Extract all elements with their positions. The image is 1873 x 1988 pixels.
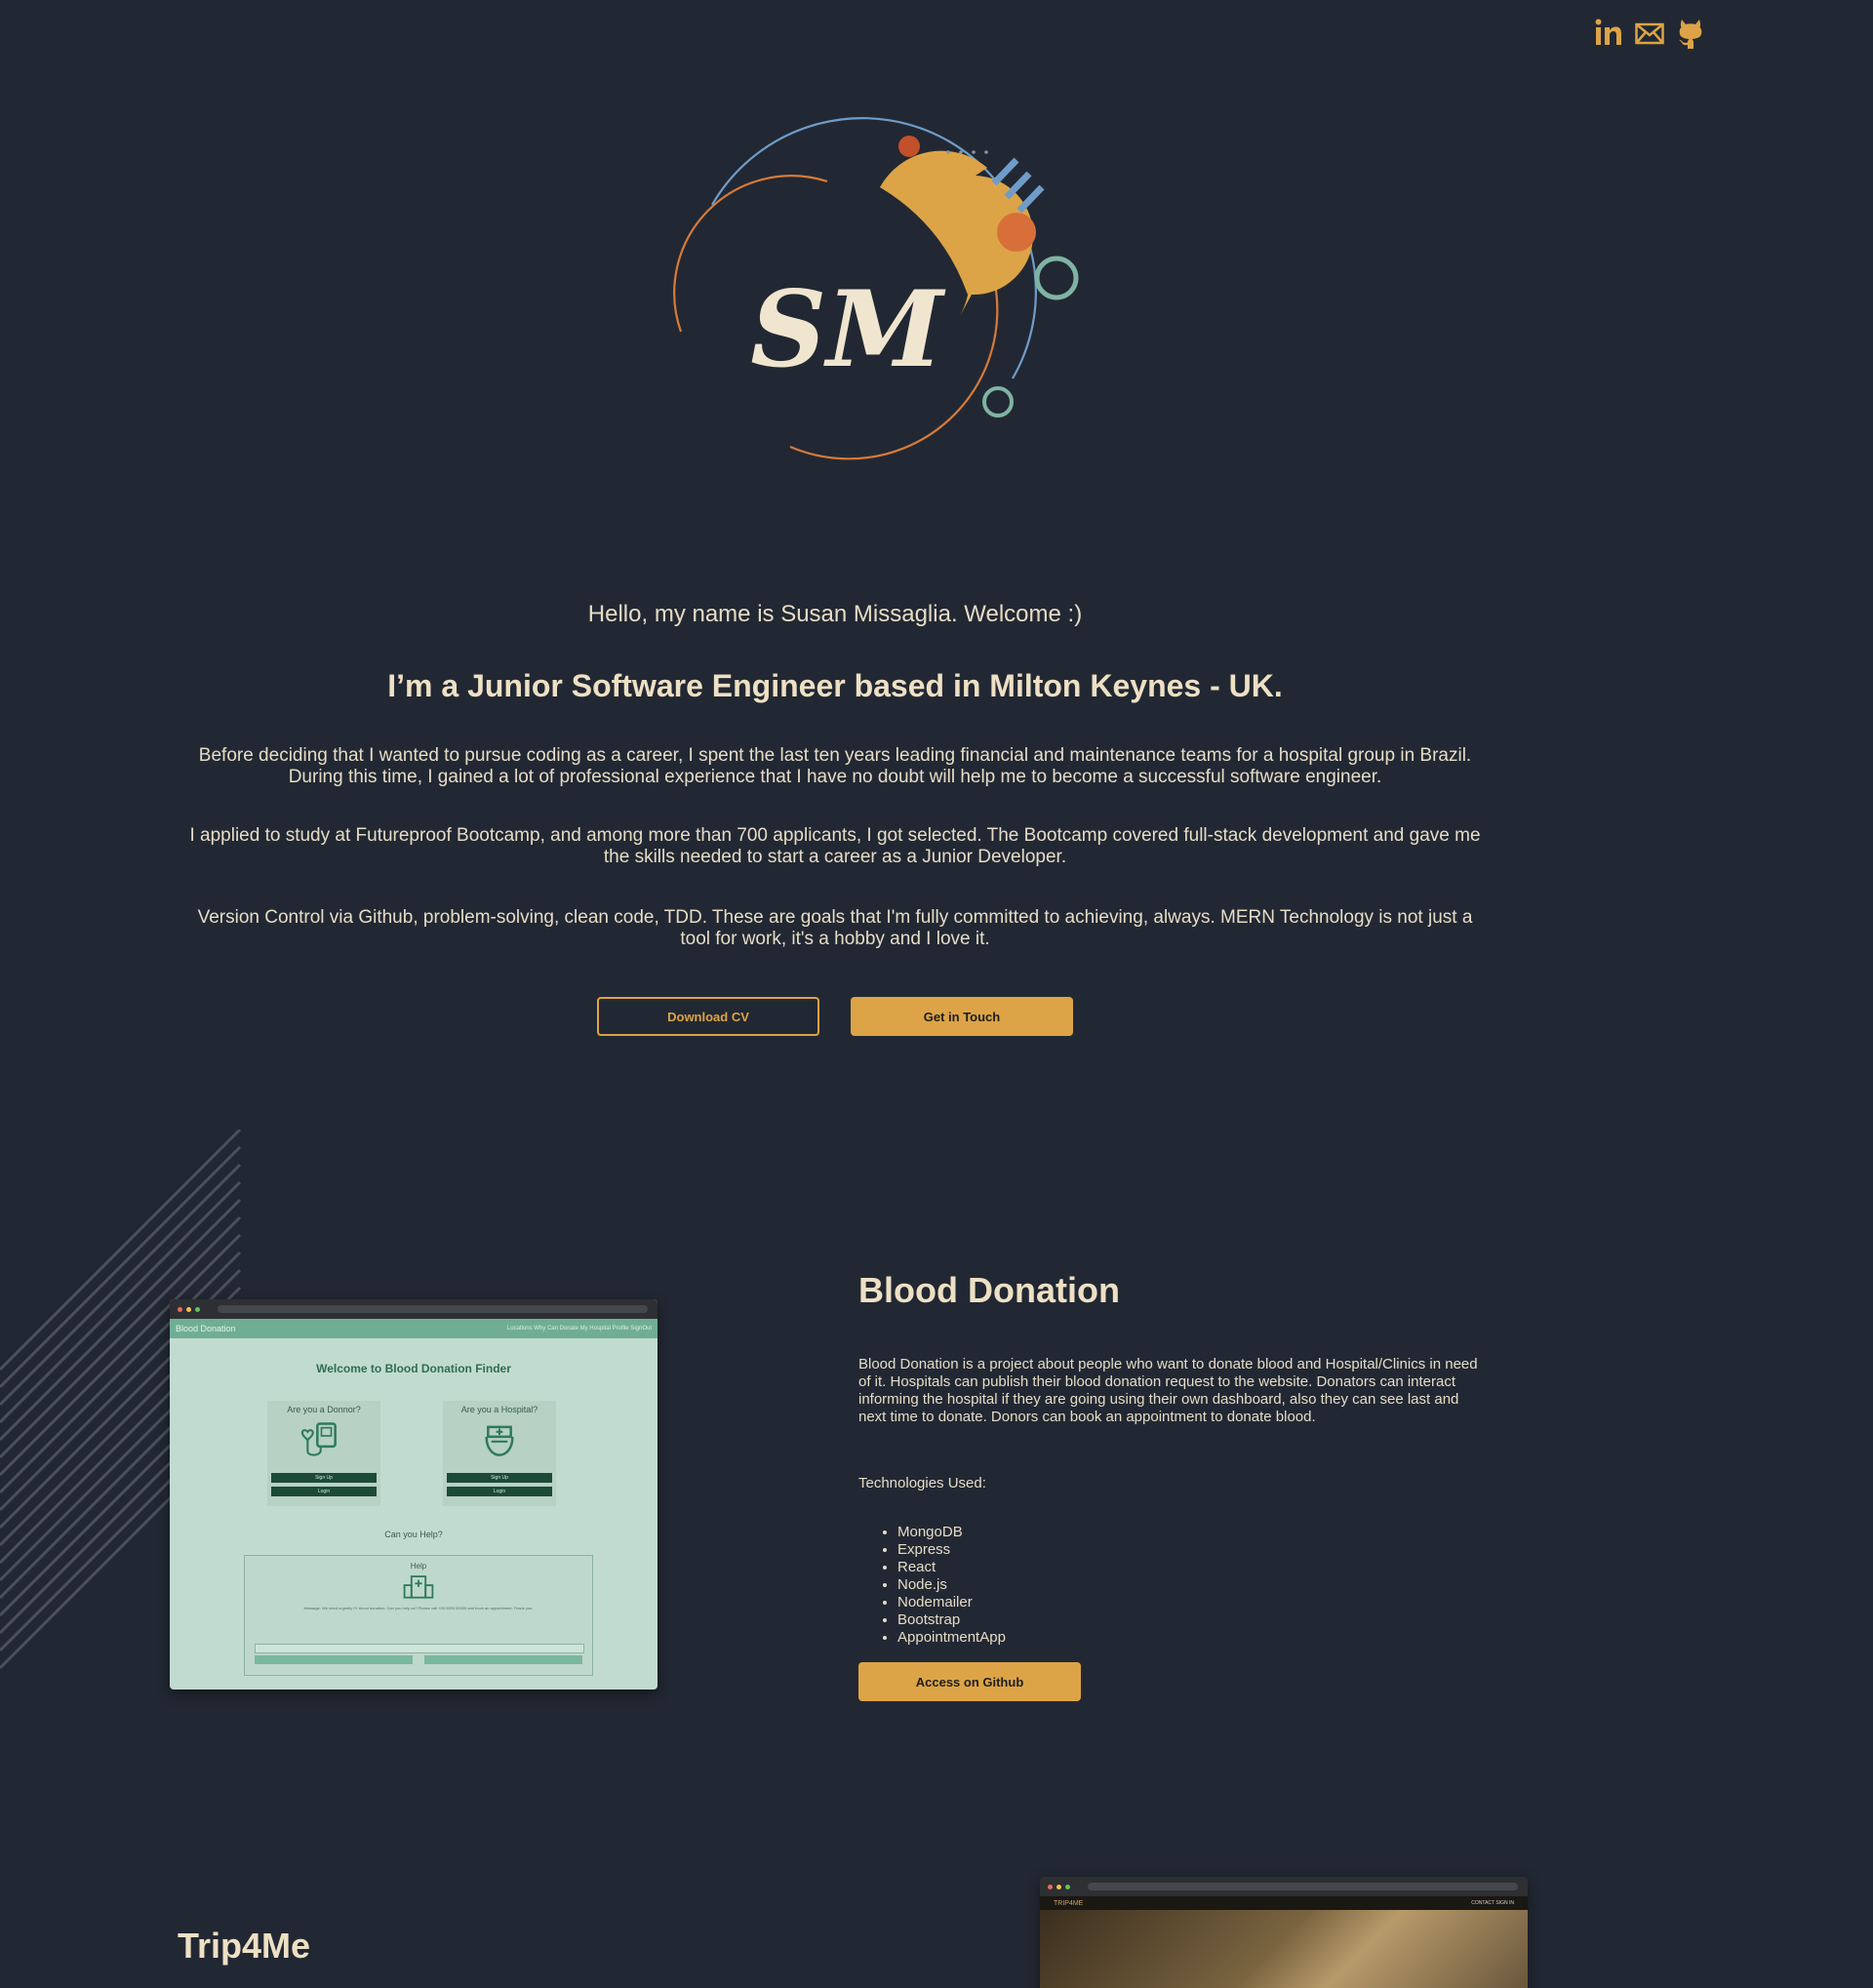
mail-icon[interactable] xyxy=(1635,16,1664,51)
bio-paragraph-2: I applied to study at Futureproof Bootca… xyxy=(189,825,1481,867)
hospital-question: Are you a Hospital? xyxy=(460,1405,538,1414)
bio-paragraph-1: Before deciding that I wanted to pursue … xyxy=(198,745,1472,787)
help-card: Help Message: We need urgently 0+ blood … xyxy=(244,1555,593,1676)
donor-question: Are you a Donnor? xyxy=(287,1405,361,1414)
access-github-button[interactable]: Access on Github xyxy=(858,1662,1081,1701)
trip-nav-links: CONTACT SIGN IN xyxy=(1471,1900,1514,1906)
portfolio-page: SM Hello, my name is Susan Missaglia. We… xyxy=(0,0,1873,1988)
list-item: AppointmentApp xyxy=(897,1629,1006,1647)
hospital-icon xyxy=(403,1575,434,1599)
trip-hero-image xyxy=(1040,1910,1528,1988)
list-item: Express xyxy=(897,1541,1006,1559)
trip-nav: TRIP4ME CONTACT SIGN IN xyxy=(1040,1896,1528,1910)
blood-donation-screenshot[interactable]: Blood Donation Locations Why Can Donate … xyxy=(170,1299,658,1690)
help-message: Message: We need urgently 0+ blood donat… xyxy=(303,1606,534,1610)
app-welcome: Welcome to Blood Donation Finder xyxy=(316,1362,511,1375)
app-nav-links: Locations Why Can Donate My Hospital Pro… xyxy=(506,1326,652,1332)
list-item: React xyxy=(897,1559,1006,1576)
download-cv-button[interactable]: Download CV xyxy=(597,997,819,1036)
browser-bar xyxy=(170,1299,658,1319)
list-item: Node.js xyxy=(897,1576,1006,1594)
hospital-card: Are you a Hospital? Sign Up Login xyxy=(443,1401,556,1506)
list-item: Nodemailer xyxy=(897,1594,1006,1611)
nurse-icon xyxy=(485,1425,514,1456)
list-item: MongoDB xyxy=(897,1524,1006,1541)
project-title-trip4me: Trip4Me xyxy=(178,1926,311,1966)
project-description: Blood Donation is a project about people… xyxy=(858,1356,1478,1425)
help-title: Help xyxy=(410,1562,427,1571)
app-nav: Blood Donation Locations Why Can Donate … xyxy=(170,1319,658,1338)
donor-login-button: Login xyxy=(271,1487,377,1496)
monogram: SM xyxy=(750,268,946,391)
app-name: Blood Donation xyxy=(176,1324,236,1333)
browser-bar xyxy=(1040,1877,1528,1896)
project-title-blood-donation: Blood Donation xyxy=(858,1270,1120,1310)
greeting-text: Hello, my name is Susan Missaglia. Welco… xyxy=(587,601,1083,627)
social-links xyxy=(1594,16,1705,51)
hospital-signup-button: Sign Up xyxy=(447,1473,552,1483)
get-in-touch-button[interactable]: Get in Touch xyxy=(851,997,1073,1036)
donor-card: Are you a Donnor? Sign Up Login xyxy=(267,1401,380,1506)
donor-icon xyxy=(300,1422,337,1456)
trip4me-screenshot[interactable]: TRIP4ME CONTACT SIGN IN xyxy=(1040,1877,1528,1988)
bio-paragraph-3: Version Control via Github, problem-solv… xyxy=(197,907,1473,949)
technologies-list: MongoDB Express React Node.js Nodemailer… xyxy=(858,1524,1006,1647)
list-item: Bootstrap xyxy=(897,1611,1006,1629)
logo-graphic: SM xyxy=(673,117,1079,460)
can-help-heading: Can you Help? xyxy=(384,1530,443,1539)
github-icon[interactable] xyxy=(1676,16,1705,51)
technologies-label: Technologies Used: xyxy=(858,1475,986,1491)
donor-signup-button: Sign Up xyxy=(271,1473,377,1483)
page-headline: I’m a Junior Software Engineer based in … xyxy=(387,668,1283,703)
linkedin-icon[interactable] xyxy=(1594,16,1623,51)
trip-brand: TRIP4ME xyxy=(1054,1899,1084,1907)
hospital-login-button: Login xyxy=(447,1487,552,1496)
